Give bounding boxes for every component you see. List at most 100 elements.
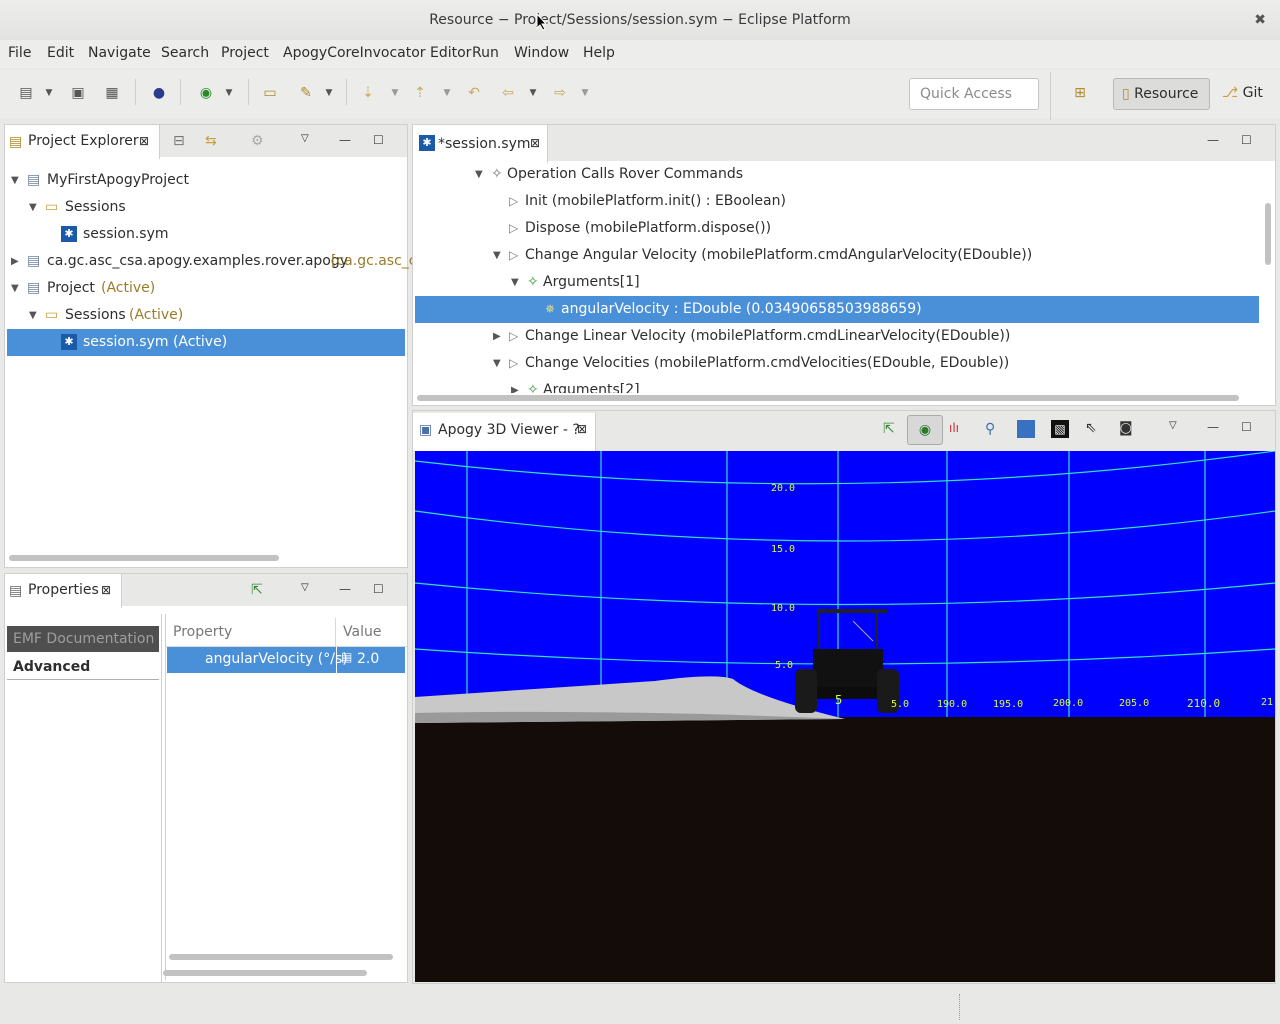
horizontal-scrollbar[interactable] (9, 555, 279, 561)
minimize-icon[interactable]: — (1207, 420, 1219, 434)
sphere-icon[interactable]: ● (149, 83, 169, 103)
back-dropdown-icon[interactable]: ▼ (526, 83, 540, 103)
prev-annotation-dropdown-icon[interactable]: ▼ (440, 83, 454, 103)
camera-icon[interactable]: ◙ (1119, 420, 1133, 436)
open-perspective-icon[interactable]: ⊞ (1070, 83, 1090, 103)
tool-icon[interactable]: ✎ (296, 83, 316, 103)
pin-icon[interactable]: ⇱ (251, 582, 263, 598)
tab-advanced[interactable]: Advanced (7, 654, 159, 680)
tool-dropdown-icon[interactable]: ▼ (322, 83, 336, 103)
close-tab-icon[interactable]: ⊠ (101, 583, 111, 597)
expand-icon[interactable]: ▼ (11, 167, 19, 194)
collapse-all-icon[interactable]: ⊟ (173, 133, 185, 149)
tree-item-session-sym-active[interactable]: ✱ session.sym (Active) (7, 329, 405, 356)
tree-item-arguments-2[interactable]: ▶ ✧ Arguments[2] (413, 377, 1259, 393)
view-menu-icon[interactable]: ▽ (1169, 420, 1177, 431)
minimize-icon[interactable]: — (1207, 133, 1219, 147)
menu-window[interactable]: Window (514, 45, 569, 61)
quick-access-input[interactable]: Quick Access (909, 78, 1039, 110)
collapse-icon[interactable]: ▶ (511, 377, 519, 393)
tree-item-change-velocities[interactable]: ▼ ▷ Change Velocities (mobilePlatform.cm… (413, 350, 1259, 377)
expand-icon[interactable]: ▼ (11, 275, 19, 302)
window-close-button[interactable]: ✖ (1254, 0, 1266, 40)
expand-icon[interactable]: ▼ (493, 242, 501, 269)
menu-file[interactable]: File (8, 45, 31, 61)
grid-toggle-icon[interactable]: ▧ (1051, 420, 1069, 438)
menu-navigate[interactable]: Navigate (88, 45, 151, 61)
property-value[interactable]: 2.0 (357, 651, 379, 667)
tab-emf-documentation[interactable]: EMF Documentation (7, 626, 159, 652)
new-dropdown-icon[interactable]: ▼ (42, 83, 56, 103)
tab-session-sym[interactable]: ✱ *session.sym ⊠ (413, 125, 548, 163)
menu-apogy-editor[interactable]: ApogyCoreInvocator Editor (283, 45, 471, 61)
minimize-icon[interactable]: — (339, 582, 351, 596)
tree-item-arguments-1[interactable]: ▼ ✧ Arguments[1] (413, 269, 1259, 296)
menu-project[interactable]: Project (221, 45, 269, 61)
horizontal-scrollbar[interactable] (163, 970, 367, 976)
tree-item-change-linear-velocity[interactable]: ▶ ▷ Change Linear Velocity (mobilePlatfo… (413, 323, 1259, 350)
menu-search[interactable]: Search (161, 45, 209, 61)
view-menu-icon[interactable]: ▽ (301, 133, 309, 144)
tree-item-angular-velocity-arg[interactable]: ✵ angularVelocity : EDouble (0.034906585… (415, 296, 1259, 323)
expand-icon[interactable]: ▼ (29, 194, 37, 221)
prev-annotation-icon[interactable]: ⇡ (410, 83, 430, 103)
run-icon[interactable]: ◉ (196, 83, 216, 103)
scene-icon[interactable] (1017, 420, 1035, 438)
table-row[interactable]: angularVelocity (°/s) ▤ 2.0 (167, 647, 405, 673)
zoom-icon[interactable]: ⚲ (985, 421, 995, 437)
next-annotation-dropdown-icon[interactable]: ▼ (388, 83, 402, 103)
perspective-resource-button[interactable]: ▯ Resource (1113, 78, 1210, 110)
expand-icon[interactable]: ▼ (475, 161, 483, 188)
forward-dropdown-icon[interactable]: ▼ (578, 83, 592, 103)
tree-item-session-sym[interactable]: ✱ session.sym (5, 221, 405, 248)
new-icon[interactable]: ▤ (16, 83, 36, 103)
expand-icon[interactable]: ▼ (29, 302, 37, 329)
last-edit-icon[interactable]: ↶ (464, 83, 484, 103)
maximize-icon[interactable]: ☐ (1241, 133, 1252, 147)
link-editor-icon[interactable]: ⇆ (205, 133, 217, 149)
close-tab-icon[interactable]: ⊠ (530, 136, 540, 150)
histogram-icon[interactable]: ılı (949, 421, 959, 435)
tree-item-myfirstapogyproject[interactable]: ▼ ▤ MyFirstApogyProject (5, 167, 405, 194)
menu-run[interactable]: Run (472, 45, 499, 61)
tree-item-sessions[interactable]: ▼ ▭ Sessions (5, 194, 405, 221)
maximize-icon[interactable]: ☐ (373, 582, 384, 596)
perspective-git-button[interactable]: ⎇ Git (1220, 78, 1278, 110)
open-folder-icon[interactable]: ▭ (260, 83, 280, 103)
expand-icon[interactable]: ▼ (511, 269, 519, 296)
horizontal-scrollbar[interactable] (417, 395, 1239, 401)
maximize-icon[interactable]: ☐ (373, 133, 384, 147)
save-all-icon[interactable]: ▦ (102, 83, 122, 103)
tree-item-init[interactable]: ▷ Init (mobilePlatform.init() : EBoolean… (413, 188, 1259, 215)
vertical-scrollbar[interactable] (1265, 203, 1271, 265)
tree-item-project[interactable]: ▼ ▤ Project (Active) (5, 275, 405, 302)
column-value[interactable]: Value (343, 624, 381, 640)
collapse-icon[interactable]: ▶ (493, 323, 501, 350)
forward-icon[interactable]: ⇨ (550, 83, 570, 103)
minimize-icon[interactable]: — (339, 133, 351, 147)
next-annotation-icon[interactable]: ⇣ (358, 83, 378, 103)
pick-icon[interactable]: ⇖ (1085, 420, 1097, 436)
save-icon[interactable]: ▣ (68, 83, 88, 103)
tab-project-explorer[interactable]: ▤ Project Explorer ⊠ (5, 125, 160, 159)
toggle-view-icon[interactable]: ◉ (907, 415, 943, 445)
menu-edit[interactable]: Edit (47, 45, 74, 61)
maximize-icon[interactable]: ☐ (1241, 420, 1252, 434)
view-menu-icon[interactable]: ▽ (301, 582, 309, 593)
close-tab-icon[interactable]: ⊠ (139, 134, 149, 148)
viewer-3d-canvas[interactable]: 20.0 15.0 10.0 5.0 5 5.0 190.0 195.0 200… (415, 451, 1275, 982)
tree-item-dispose[interactable]: ▷ Dispose (mobilePlatform.dispose()) (413, 215, 1259, 242)
tab-apogy-3d-viewer[interactable]: ▣ Apogy 3D Viewer - ? ⊠ (413, 413, 596, 451)
tree-item-sessions-active[interactable]: ▼ ▭ Sessions (Active) (5, 302, 405, 329)
back-icon[interactable]: ⇦ (498, 83, 518, 103)
tab-properties[interactable]: ▤ Properties ⊠ (5, 574, 122, 608)
filter-icon[interactable]: ⚙ (251, 133, 264, 149)
run-dropdown-icon[interactable]: ▼ (222, 83, 236, 103)
close-tab-icon[interactable]: ⊠ (577, 422, 587, 436)
collapse-icon[interactable]: ▶ (11, 248, 19, 275)
horizontal-scrollbar[interactable] (169, 954, 393, 960)
tree-item-operation-calls[interactable]: ▼ ✧ Operation Calls Rover Commands (413, 161, 1259, 188)
export-icon[interactable]: ⇱ (883, 421, 895, 437)
menu-help[interactable]: Help (583, 45, 615, 61)
expand-icon[interactable]: ▼ (493, 350, 501, 377)
